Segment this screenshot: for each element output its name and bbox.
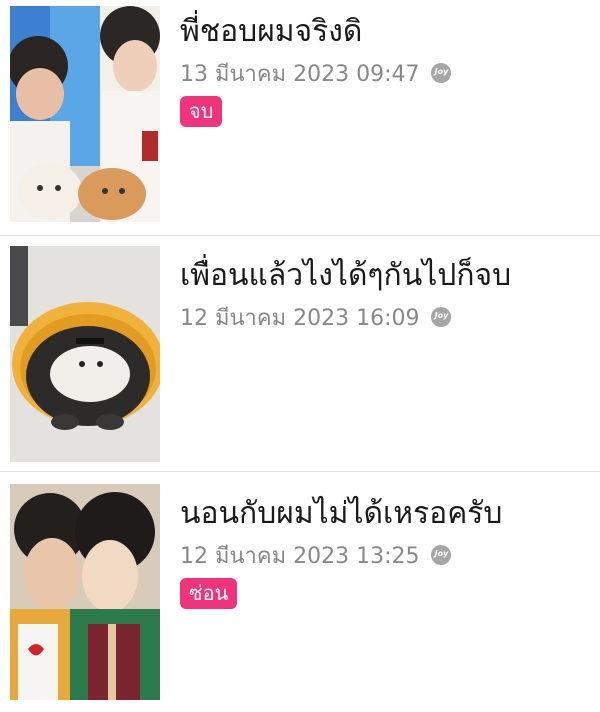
story-meta: 13 มีนาคม 2023 09:47 Joy — [180, 58, 588, 88]
story-list: พี่ชอบผมจริงดิ 13 มีนาคม 2023 09:47 Joy … — [0, 0, 600, 712]
story-date: 12 มีนาคม 2023 13:25 — [180, 543, 420, 569]
story-date: 13 มีนาคม 2023 09:47 — [180, 61, 420, 87]
status-badge: จบ — [180, 96, 223, 127]
story-content: พี่ชอบผมจริงดิ 13 มีนาคม 2023 09:47 Joy … — [180, 10, 588, 127]
story-thumbnail[interactable] — [10, 6, 160, 222]
thumbnail-image — [10, 246, 160, 462]
story-title[interactable]: เพื่อนแล้วไงได้ๆกันไปก็จบ — [180, 254, 588, 298]
status-badge: ซ่อน — [180, 578, 238, 609]
list-item[interactable]: พี่ชอบผมจริงดิ 13 มีนาคม 2023 09:47 Joy … — [0, 0, 600, 236]
story-content: เพื่อนแล้วไงได้ๆกันไปก็จบ 12 มีนาคม 2023… — [180, 254, 588, 332]
list-item[interactable]: เพื่อนแล้วไงได้ๆกันไปก็จบ 12 มีนาคม 2023… — [0, 236, 600, 472]
story-date: 12 มีนาคม 2023 16:09 — [180, 305, 420, 331]
joy-icon: Joy — [431, 63, 452, 83]
joy-icon: Joy — [431, 545, 452, 565]
list-item[interactable]: นอนกับผมไม่ได้เหรอครับ 12 มีนาคม 2023 13… — [0, 472, 600, 712]
story-thumbnail[interactable] — [10, 484, 160, 700]
story-title[interactable]: นอนกับผมไม่ได้เหรอครับ — [180, 492, 588, 536]
story-meta: 12 มีนาคม 2023 16:09 Joy — [180, 302, 588, 332]
thumbnail-image — [10, 6, 160, 222]
thumbnail-image — [10, 484, 160, 700]
story-content: นอนกับผมไม่ได้เหรอครับ 12 มีนาคม 2023 13… — [180, 492, 588, 609]
story-thumbnail[interactable] — [10, 246, 160, 462]
story-title[interactable]: พี่ชอบผมจริงดิ — [180, 10, 588, 54]
story-meta: 12 มีนาคม 2023 13:25 Joy — [180, 540, 588, 570]
joy-icon: Joy — [431, 307, 452, 327]
